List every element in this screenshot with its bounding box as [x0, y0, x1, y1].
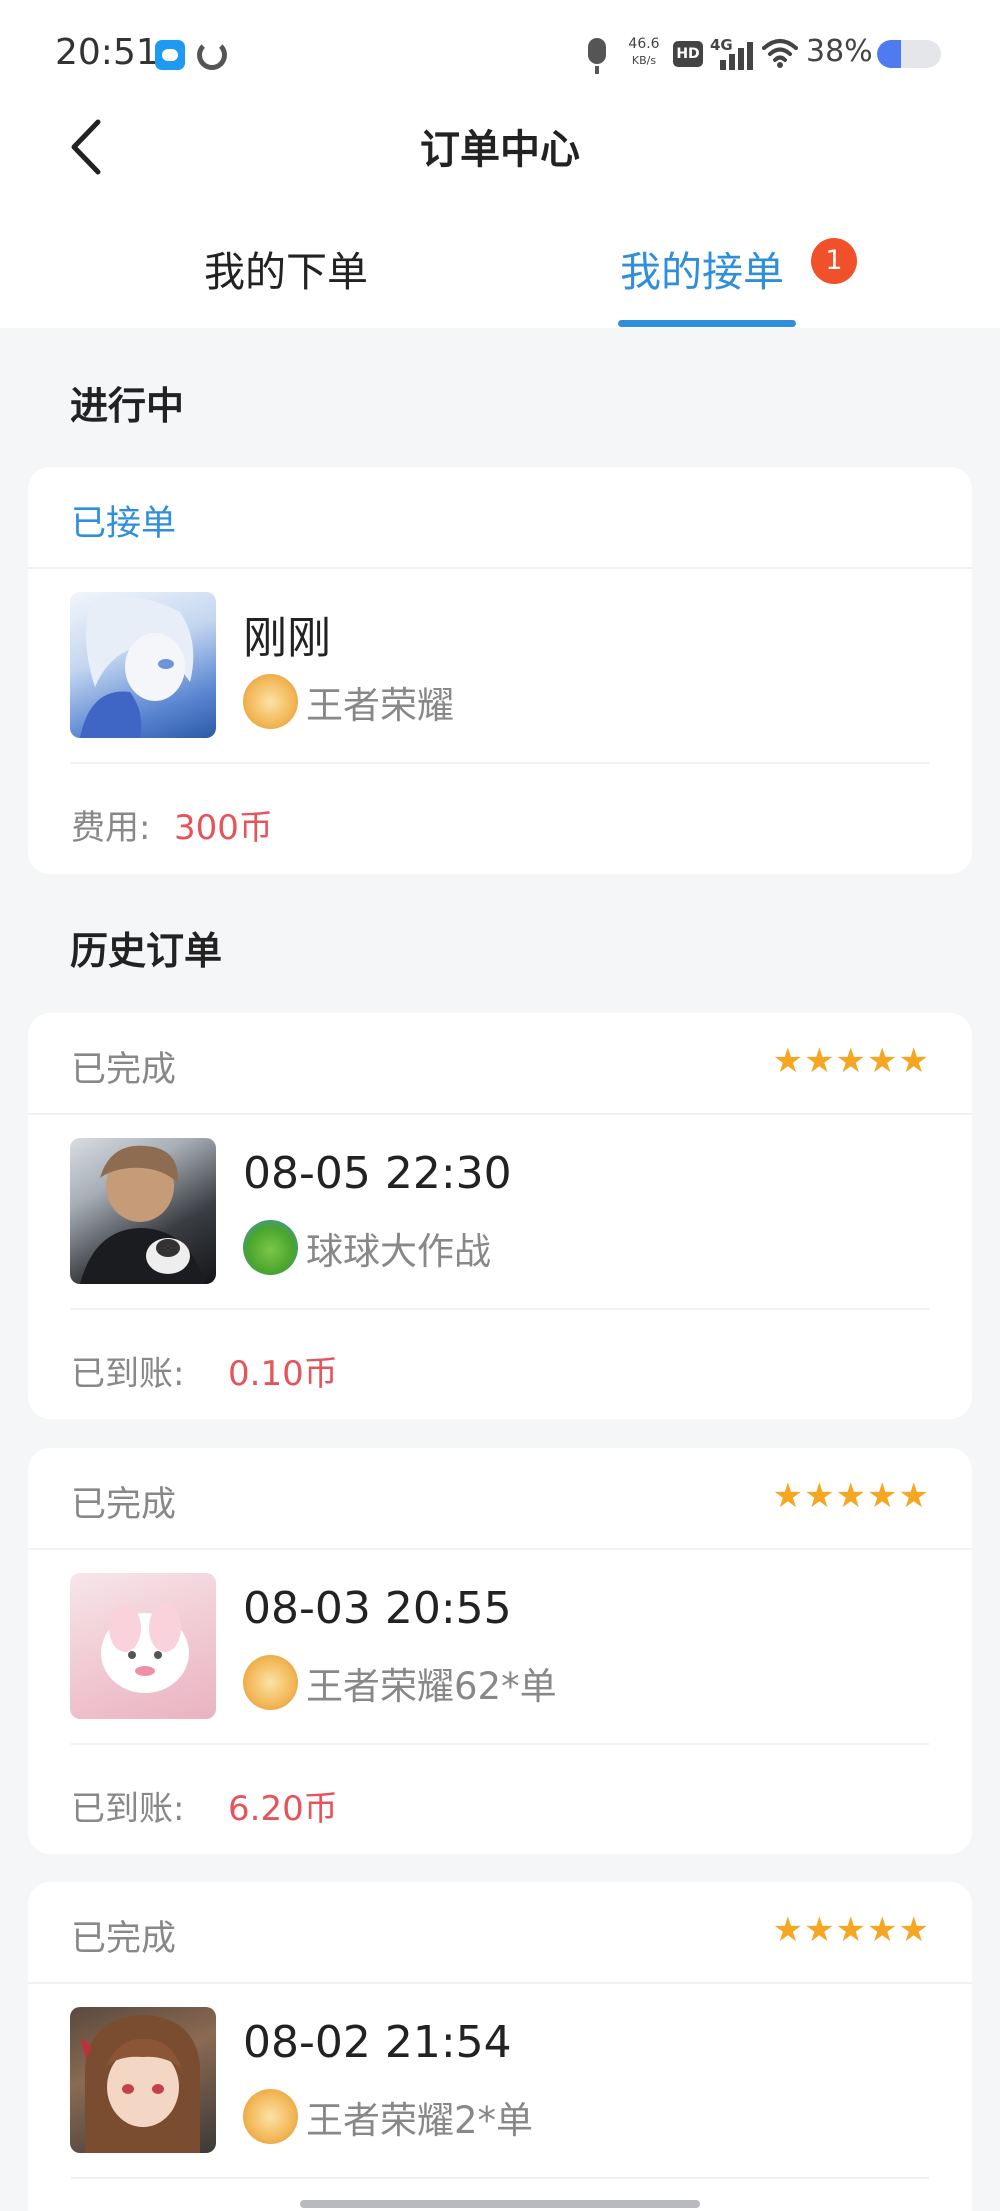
hd-voice-icon: HD [673, 41, 703, 67]
avatar[interactable] [70, 1138, 216, 1284]
wifi-icon [762, 38, 798, 68]
star-icon: ★ [772, 1041, 805, 1081]
app-notification-icon [155, 40, 185, 70]
fee-label: 费用: [71, 808, 151, 848]
network-type: 4G [710, 36, 733, 54]
network-speed-value: 46.6 [628, 36, 660, 52]
order-title: 刚刚 [243, 613, 331, 664]
battery-level-fill [877, 40, 902, 68]
divider [71, 1743, 929, 1745]
sync-icon [197, 40, 227, 70]
star-icon: ★ [867, 1041, 899, 1081]
battery-percent: 38% [806, 34, 873, 69]
page-title: 订单中心 [420, 127, 580, 173]
ball-battle-icon [243, 1220, 298, 1275]
section-title-in-progress: 进行中 [70, 384, 185, 428]
section-title-history: 历史订单 [70, 929, 223, 973]
avatar[interactable] [70, 592, 216, 738]
game-name: 王者荣耀62*单 [306, 1665, 557, 1708]
home-indicator[interactable] [300, 2200, 700, 2208]
history-order-card[interactable]: 已完成 ★★★★★ 08-03 20:55 王者荣耀62*单 已到账: 6.20… [28, 1448, 972, 1854]
game-name: 王者荣耀 [306, 684, 454, 727]
order-status: 已完成 [71, 1485, 177, 1525]
divider [71, 2177, 929, 2179]
order-status: 已完成 [71, 1050, 177, 1090]
star-icon: ★ [772, 1910, 805, 1950]
order-status: 已接单 [71, 504, 177, 544]
order-title: 08-05 22:30 [243, 1148, 512, 1199]
game-name: 球球大作战 [306, 1230, 491, 1273]
rating-stars: ★★★★★ [773, 1476, 930, 1516]
star-icon: ★ [867, 1910, 899, 1950]
honor-of-kings-icon [243, 1655, 298, 1710]
star-icon: ★ [804, 1476, 836, 1516]
history-order-card[interactable]: 已完成 ★★★★★ 08-05 22:30 球球大作战 已到账: 0.10币 [28, 1013, 972, 1419]
star-icon: ★ [898, 1476, 930, 1516]
order-card-in-progress[interactable]: 已接单 刚刚 王者荣耀 费用: 300币 [28, 467, 972, 874]
amount-received-label: 已到账: [71, 1789, 185, 1829]
amount-received-value: 6.20币 [228, 1789, 338, 1829]
fee-value: 300币 [174, 808, 273, 848]
star-icon: ★ [898, 1910, 930, 1950]
rating-stars: ★★★★★ [773, 1910, 930, 1950]
divider [71, 762, 929, 764]
avatar[interactable] [70, 1573, 216, 1719]
honor-of-kings-icon [243, 2089, 298, 2144]
star-icon: ★ [898, 1041, 930, 1081]
divider [71, 1308, 929, 1310]
star-icon: ★ [835, 1476, 868, 1516]
microphone-icon [588, 38, 606, 74]
game-name: 王者荣耀2*单 [306, 2099, 534, 2142]
history-order-card[interactable]: 已完成 ★★★★★ 08-02 21:54 王者荣耀2*单 [28, 1882, 972, 2211]
rating-stars: ★★★★★ [773, 1041, 930, 1081]
order-status: 已完成 [71, 1919, 177, 1959]
status-time: 20:51 [55, 32, 159, 73]
star-icon: ★ [772, 1476, 805, 1516]
star-icon: ★ [804, 1910, 836, 1950]
cellular-signal-icon: 4G [710, 36, 753, 70]
tab-badge: 1 [811, 238, 857, 284]
order-title: 08-02 21:54 [243, 2017, 512, 2068]
divider [28, 1113, 972, 1115]
divider [28, 567, 972, 569]
divider [28, 1982, 972, 1984]
star-icon: ★ [804, 1041, 836, 1081]
star-icon: ★ [835, 1910, 868, 1950]
active-tab-indicator [618, 320, 796, 327]
network-speed: 46.6 KB/s [622, 36, 666, 69]
status-bar: 20:51 46.6 KB/s HD 4G 38% [0, 0, 1000, 110]
order-title: 08-03 20:55 [243, 1583, 512, 1634]
amount-received-label: 已到账: [71, 1354, 185, 1394]
honor-of-kings-icon [243, 674, 298, 729]
avatar[interactable] [70, 2007, 216, 2153]
battery-icon [877, 40, 941, 68]
divider [28, 1548, 972, 1550]
star-icon: ★ [835, 1041, 868, 1081]
tab-my-orders[interactable]: 我的下单 [204, 238, 368, 298]
amount-received-value: 0.10币 [228, 1354, 338, 1394]
network-speed-unit: KB/s [631, 54, 657, 67]
tab-my-accepted-orders[interactable]: 我的接单 [620, 238, 784, 298]
star-icon: ★ [867, 1476, 899, 1516]
